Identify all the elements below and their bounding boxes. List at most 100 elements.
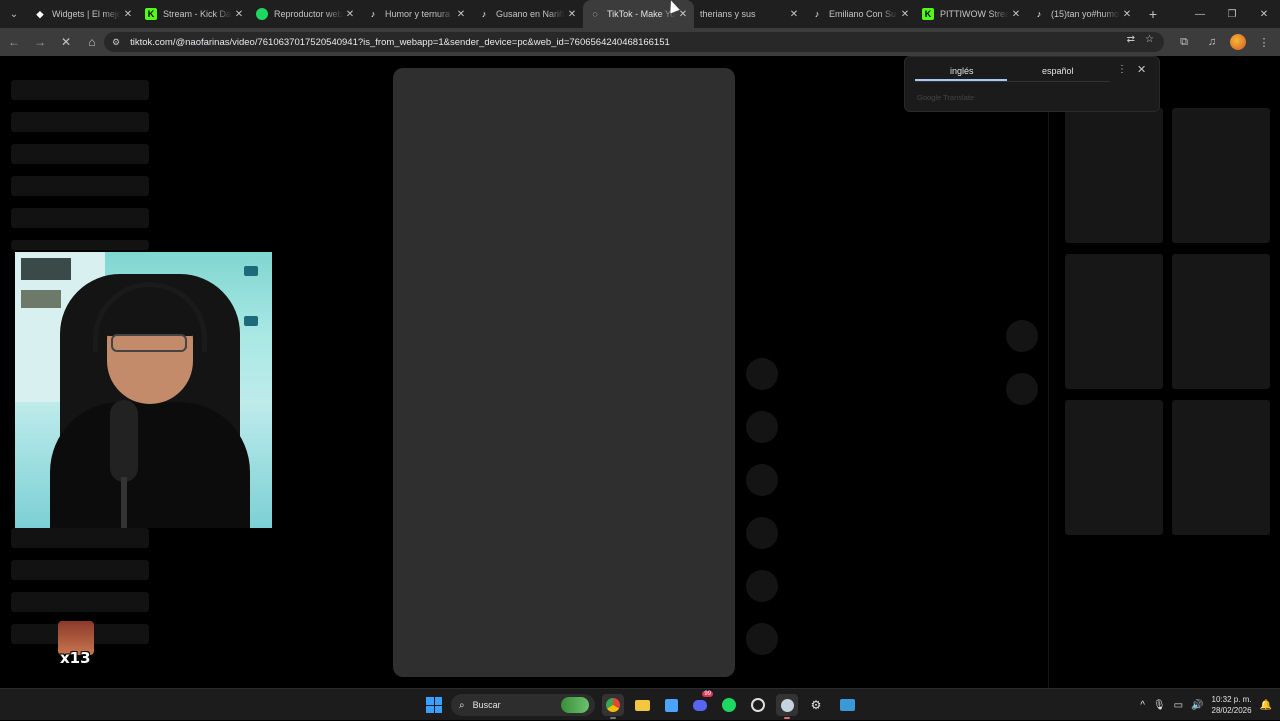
close-tab-icon[interactable]: ✕: [787, 9, 801, 20]
store-icon[interactable]: [660, 694, 682, 716]
thumbnail-placeholder[interactable]: [1065, 108, 1163, 243]
clock[interactable]: 10:32 p. m. 28/02/2026: [1212, 694, 1252, 716]
discord-icon[interactable]: 99: [689, 691, 713, 716]
tab-9[interactable]: ♪ (15)tan yo#humor ✕: [1027, 0, 1138, 28]
tab-title: Stream - Kick Das: [163, 9, 232, 19]
microphone-icon[interactable]: 🎙: [1153, 700, 1166, 711]
tab-0[interactable]: ◆ Widgets | El mejor ✕: [28, 0, 139, 28]
close-tab-icon[interactable]: ✕: [343, 9, 357, 20]
tab-title: TikTok - Make You: [607, 9, 676, 19]
thumbnail-placeholder[interactable]: [1172, 108, 1270, 243]
tiktok-icon: ♪: [370, 9, 376, 19]
close-tab-icon[interactable]: ✕: [232, 9, 246, 20]
thumbnail-placeholder[interactable]: [1172, 400, 1270, 535]
stop-loading-button[interactable]: ✕: [54, 30, 78, 54]
close-tab-icon[interactable]: ✕: [121, 9, 135, 20]
home-button[interactable]: ⌂: [80, 30, 104, 54]
spotify-icon[interactable]: [718, 694, 740, 716]
notifications-icon[interactable]: 🔔: [1260, 700, 1272, 711]
browser-toolbar: ← → ✕ ⌂ ⚙ tiktok.com/@naofarinas/video/7…: [0, 28, 1280, 56]
sound-button-placeholder[interactable]: [746, 623, 778, 655]
tab-title: therians y sus: [700, 9, 756, 19]
youtube-plaque-icon: [244, 266, 258, 276]
new-tab-button[interactable]: +: [1138, 6, 1168, 22]
chrome-app-icon[interactable]: [602, 694, 624, 719]
minimize-icon[interactable]: —: [1184, 0, 1216, 28]
next-video-button-placeholder[interactable]: [1006, 373, 1038, 405]
tab-8[interactable]: K PITTIWOW Stream✕: [916, 0, 1027, 28]
close-tab-icon[interactable]: ✕: [898, 9, 912, 20]
media-controls-icon[interactable]: ♫: [1202, 32, 1222, 52]
tab-search-icon[interactable]: ⌄: [0, 0, 28, 28]
start-button[interactable]: [426, 697, 442, 713]
close-tab-icon[interactable]: ✕: [1120, 9, 1134, 20]
volume-icon[interactable]: 🔊: [1191, 700, 1203, 711]
settings-gear-icon[interactable]: ⚙: [805, 694, 827, 716]
window-controls: — ❐ ✕: [1184, 0, 1280, 28]
kick-icon: K: [922, 8, 934, 20]
shelf-figures: [21, 258, 71, 280]
address-bar[interactable]: ⚙ tiktok.com/@naofarinas/video/761063701…: [104, 32, 1164, 52]
column-divider: [1048, 106, 1049, 688]
close-tab-icon[interactable]: ✕: [565, 9, 579, 20]
tab-4[interactable]: ♪ Gusano en Nariño ✕: [472, 0, 583, 28]
file-explorer-icon[interactable]: [631, 694, 653, 716]
video-player-placeholder[interactable]: [393, 68, 735, 677]
nav-skeleton: [11, 144, 149, 164]
tab-title: (15)tan yo#humor: [1051, 9, 1120, 19]
tab-6[interactable]: therians y sus ✕: [694, 0, 805, 28]
spotify-icon: [256, 8, 268, 20]
comment-button-placeholder[interactable]: [746, 464, 778, 496]
thumbnail-placeholder[interactable]: [1065, 254, 1163, 389]
tiktok-icon: ♪: [481, 9, 487, 19]
thumbnail-placeholder[interactable]: [1172, 254, 1270, 389]
clock-date: 28/02/2026: [1211, 706, 1252, 715]
prev-video-button-placeholder[interactable]: [1006, 320, 1038, 352]
emote-combo-badge: x13: [57, 621, 95, 667]
tab-1[interactable]: K Stream - Kick Das ✕: [139, 0, 250, 28]
obs-icon[interactable]: [747, 694, 769, 716]
search-icon: ⌕: [459, 699, 465, 711]
share-button-placeholder[interactable]: [746, 570, 778, 602]
save-button-placeholder[interactable]: [746, 517, 778, 549]
tiktok-icon: ♪: [1036, 9, 1042, 19]
back-button[interactable]: ←: [2, 30, 26, 54]
menu-dots-icon[interactable]: ⋮: [1254, 32, 1274, 52]
chevron-up-icon[interactable]: ^: [1140, 700, 1145, 711]
tab-7[interactable]: ♪ Emiliano Con Su P ✕: [805, 0, 916, 28]
streamer-body: [50, 402, 250, 528]
avatar-placeholder[interactable]: [746, 358, 778, 390]
profile-avatar[interactable]: [1230, 34, 1246, 50]
taskbar-search[interactable]: ⌕ Buscar: [451, 694, 595, 716]
network-icon[interactable]: ▭: [1174, 700, 1183, 711]
tab-title: Emiliano Con Su P: [829, 9, 898, 19]
active-tab-indicator: [915, 79, 1007, 81]
close-icon[interactable]: ✕: [1137, 63, 1146, 76]
forward-button[interactable]: →: [28, 30, 52, 54]
like-button-placeholder[interactable]: [746, 411, 778, 443]
close-window-icon[interactable]: ✕: [1248, 0, 1280, 28]
widgets-icon: ◆: [36, 8, 44, 19]
bookmark-star-icon[interactable]: ☆: [1145, 34, 1154, 45]
thumbnail-placeholder[interactable]: [1065, 400, 1163, 535]
google-translate-brand: Google Translate: [917, 93, 975, 102]
system-tray: ^ 🎙 ▭ 🔊 10:32 p. m. 28/02/2026 🔔: [1140, 689, 1272, 721]
more-options-icon[interactable]: ⋮: [1117, 64, 1127, 75]
site-info-icon[interactable]: ⚙: [112, 37, 120, 48]
maximize-icon[interactable]: ❐: [1216, 0, 1248, 28]
target-language-tab[interactable]: español: [1042, 66, 1074, 76]
photos-icon[interactable]: [836, 694, 858, 716]
steam-icon[interactable]: [776, 694, 798, 719]
close-tab-icon[interactable]: ✕: [1009, 9, 1023, 20]
tab-3[interactable]: ♪ Humor y ternura ✕: [361, 0, 472, 28]
extensions-icon[interactable]: ⧉: [1174, 32, 1194, 52]
search-highlight-icon: [561, 697, 589, 713]
search-label: Buscar: [472, 700, 501, 710]
tab-2[interactable]: Reproductor web ✕: [250, 0, 361, 28]
source-language-tab[interactable]: inglés: [950, 66, 974, 76]
combo-count: x13: [60, 649, 91, 667]
tab-title: Humor y ternura: [385, 9, 451, 19]
close-tab-icon[interactable]: ✕: [454, 9, 468, 20]
microphone: [110, 400, 138, 482]
translate-icon[interactable]: ⇄: [1127, 34, 1135, 45]
